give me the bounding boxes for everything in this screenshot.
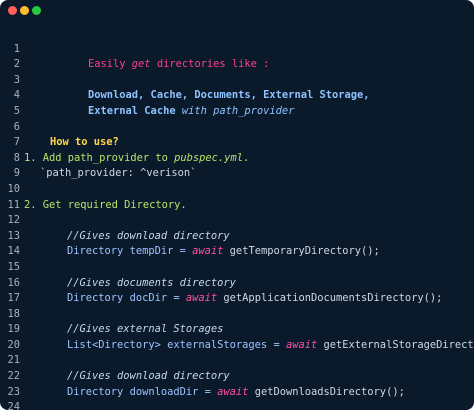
code-line: 15 //Gives documents directory (0, 244, 474, 289)
code-line: 9 (0, 151, 474, 179)
code-line: 4 External Cache with path_provider (0, 73, 474, 117)
code-line: 3 Download, Cache, Documents, External S… (0, 57, 474, 102)
line-number: 24 (7, 401, 20, 410)
code-editor: 1 Easily get directories like : 2 3 Down… (0, 26, 474, 410)
code-line: 14 (0, 229, 474, 257)
code-line: 8 `path_provider: ^verison` (0, 135, 474, 180)
window-titlebar (0, 0, 474, 22)
code-line: 20 (0, 322, 474, 351)
code-line: 6 How to use? (0, 104, 474, 149)
code-line: 7 1. Add path_provider to pubspec.yml. (0, 120, 474, 164)
code-line: 23 (0, 369, 474, 398)
code-line: 12 //Gives download directory (0, 198, 474, 242)
code-line: 2 (0, 42, 474, 70)
code-line: 10 2. Get required Directory. (0, 166, 474, 211)
code-window: 1 Easily get directories like : 2 3 Down… (0, 0, 474, 410)
code-line: 1 Easily get directories like : (0, 26, 474, 71)
code-line: 16 Directory docDir = await getApplicati… (0, 260, 474, 305)
code-line: 5 (0, 88, 474, 117)
code-line: 13 Directory tempDir = await getTemporar… (0, 213, 474, 258)
code-line: 17 (0, 276, 474, 304)
code-line: 21 //Gives download directory (0, 338, 474, 382)
close-dot-icon[interactable] (8, 6, 17, 15)
code-line: 22 Directory downloadDir = await getDown… (0, 353, 474, 398)
code-line: 18 //Gives external Storages (0, 291, 474, 336)
maximize-dot-icon[interactable] (32, 6, 41, 15)
code-line: 24 (0, 385, 474, 410)
code-line: 19 List<Directory> externalStorages = aw… (0, 307, 474, 351)
minimize-dot-icon[interactable] (20, 6, 29, 15)
code-line: 11 (0, 182, 474, 211)
